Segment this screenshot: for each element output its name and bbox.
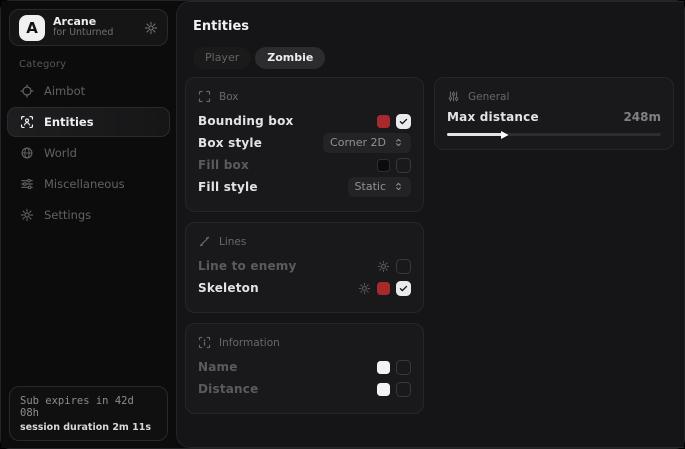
max-distance-slider[interactable] [447,133,661,136]
color-swatch[interactable] [377,115,390,128]
sidebar-item-entities[interactable]: Entities [7,107,170,137]
color-swatch[interactable] [377,159,390,172]
page-title: Entities [193,19,684,34]
setting-row-skeleton: Skeleton [198,277,411,299]
chevron-unfold-icon [393,181,404,192]
card-title: Information [219,337,280,349]
row-controls [377,382,411,397]
info-scan-icon [198,336,211,349]
sidebar-item-miscellaneous[interactable]: Miscellaneous [7,169,170,199]
tab-player[interactable]: Player [193,47,251,69]
setting-label: Max distance [447,110,539,124]
fill-style-dropdown[interactable]: Static [348,177,411,197]
sidebar-item-label: Entities [44,115,94,129]
gear-icon [20,208,34,222]
crosshair-icon [20,84,34,98]
general-card: General Max distance 248m [434,77,674,150]
setting-row-bounding-box: Bounding box [198,110,411,132]
gear-icon[interactable] [144,21,158,35]
checkbox-unchecked[interactable] [396,259,411,274]
setting-row-box-style: Box style Corner 2D [198,132,411,154]
sidebar-item-world[interactable]: World [7,138,170,168]
checkbox-unchecked[interactable] [396,382,411,397]
subscription-card: Sub expires in 42d 08h session duration … [9,386,168,441]
entity-scan-icon [20,115,34,129]
setting-label: Distance [198,382,258,396]
box-style-dropdown[interactable]: Corner 2D [323,133,411,153]
sidebar-item-label: Settings [44,208,91,222]
category-label: Category [19,59,176,70]
sliders-icon [20,177,34,191]
row-controls [377,114,411,129]
lines-card: Lines Line to enemy Skeleton [185,222,424,313]
setting-label: Fill box [198,158,249,172]
information-card: Information Name Distance [185,323,424,414]
card-title: General [468,91,509,103]
sidebar-item-label: Aimbot [44,84,85,98]
setting-label: Box style [198,136,262,150]
max-distance-value: 248m [623,110,661,124]
tab-zombie[interactable]: Zombie [255,47,325,69]
sidebar-item-aimbot[interactable]: Aimbot [7,76,170,106]
slider-fill [447,133,503,136]
sidebar-item-label: Miscellaneous [44,177,125,191]
setting-label: Fill style [198,180,258,194]
gear-icon[interactable] [377,260,390,273]
color-swatch[interactable] [377,361,390,374]
logo-card: A Arcane for Unturned [9,9,168,46]
left-column: Box Bounding box Box style Corner 2D [185,77,424,414]
setting-label: Name [198,360,238,374]
color-swatch[interactable] [377,282,390,295]
main-panel: Entities Player Zombie Box Bounding box [176,1,684,448]
setting-row-line-to-enemy: Line to enemy [198,255,411,277]
chevron-unfold-icon [393,137,404,148]
content-area: Box Bounding box Box style Corner 2D [185,77,676,414]
setting-label: Bounding box [198,114,293,128]
checkbox-checked[interactable] [396,114,411,129]
dropdown-value: Static [355,180,386,193]
lines-card-header: Lines [198,235,411,248]
gear-icon[interactable] [358,282,371,295]
session-duration: session duration 2m 11s [20,422,157,433]
app-subtitle: for Unturned [53,28,113,39]
subscription-expiry: Sub expires in 42d 08h [20,395,157,419]
box-card-header: Box [198,90,411,103]
setting-row-fill-box: Fill box [198,154,411,176]
setting-row-name: Name [198,356,411,378]
sidebar: A Arcane for Unturned Category Aimbot En… [1,1,176,448]
row-controls [377,158,411,173]
app-logo: A [19,15,45,41]
diagonal-line-icon [198,235,211,248]
tab-bar: Player Zombie [193,47,684,69]
row-controls [358,281,411,296]
general-card-header: General [447,90,661,103]
setting-row-fill-style: Fill style Static [198,176,411,198]
setting-row-distance: Distance [198,378,411,400]
setting-label: Skeleton [198,281,259,295]
row-controls [377,360,411,375]
window: { "sidebar": { "logo": { "letter": "A", … [0,0,685,449]
information-card-header: Information [198,336,411,349]
slider-thumb[interactable] [500,130,510,140]
sidebar-item-label: World [44,146,77,160]
checkbox-checked[interactable] [396,281,411,296]
globe-icon [20,146,34,160]
logo-text: Arcane for Unturned [53,16,113,40]
box-card: Box Bounding box Box style Corner 2D [185,77,424,212]
row-controls [377,259,411,274]
equalizer-icon [447,90,460,103]
right-column: General Max distance 248m [434,77,674,150]
card-title: Lines [219,236,246,248]
card-title: Box [219,91,239,103]
checkbox-unchecked[interactable] [396,158,411,173]
sidebar-item-settings[interactable]: Settings [7,200,170,230]
setting-label: Line to enemy [198,259,297,273]
checkbox-unchecked[interactable] [396,360,411,375]
dropdown-value: Corner 2D [330,136,386,149]
max-distance-row: Max distance 248m [447,110,661,124]
box-scan-icon [198,90,211,103]
sidebar-nav: Aimbot Entities World Miscellaneous Sett… [1,76,176,230]
color-swatch[interactable] [377,383,390,396]
